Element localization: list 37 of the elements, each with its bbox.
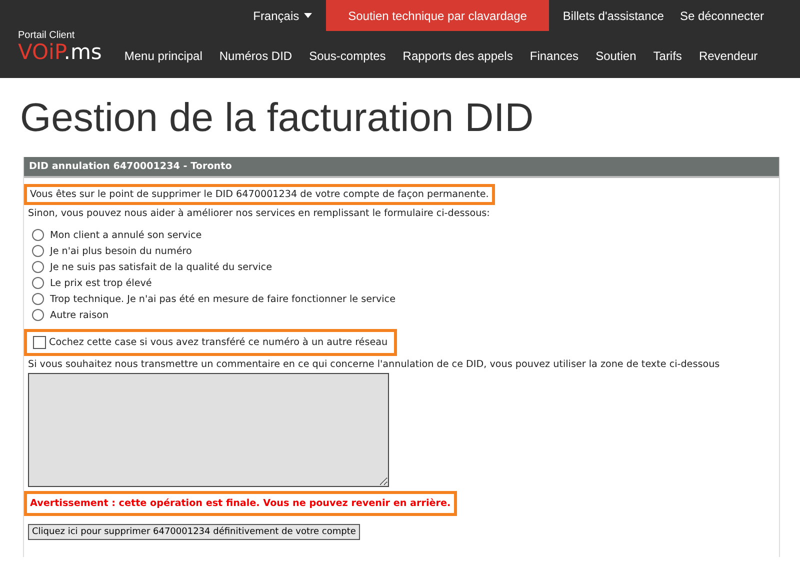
- nav-link[interactable]: Menu principal: [116, 49, 211, 71]
- language-menu[interactable]: Français: [245, 8, 320, 22]
- top-link[interactable]: Billets d'assistance: [554, 8, 672, 22]
- radio-label[interactable]: Trop technique. Je n'ai pas été en mesure de faire fonctionner le service: [50, 294, 396, 304]
- radio-button[interactable]: [32, 309, 44, 321]
- checkbox-label[interactable]: Cochez cette case si vous avez transféré ce numéro à un autre réseau: [49, 337, 388, 348]
- nav-link[interactable]: Sous-comptes: [300, 49, 394, 71]
- nav-link[interactable]: Tarifs: [644, 49, 690, 71]
- chat-support-button[interactable]: Soutien technique par clavardage: [326, 0, 549, 31]
- radio-button[interactable]: [32, 261, 44, 273]
- logo[interactable]: VOiP.ms: [18, 41, 102, 63]
- nav-link[interactable]: Rapports des appels: [394, 49, 522, 71]
- nav-link[interactable]: Numéros DID: [210, 49, 301, 71]
- comment-field[interactable]: [28, 373, 389, 487]
- radio-label[interactable]: Autre raison: [50, 310, 109, 320]
- radio-button[interactable]: [32, 245, 44, 257]
- notice-text: Vous êtes sur le point de supprimer le DID 6470001234 de votre compte de façon permanente.: [30, 189, 489, 200]
- brand-caption: Portail Client: [18, 30, 76, 41]
- nav-link[interactable]: Revendeur: [690, 49, 766, 71]
- caret-icon: [304, 13, 312, 18]
- radio-label[interactable]: Mon client a annulé son service: [50, 230, 202, 240]
- intro-text: Sinon, vous pouvez nous aider à améliorer nos services en remplissant le formulaire ci-dessous:: [28, 208, 490, 219]
- delete-button[interactable]: Cliquez ici pour supprimer 6470001234 définitivement de votre compte: [28, 524, 360, 540]
- radio-label[interactable]: Je n'ai plus besoin du numéro: [50, 246, 192, 256]
- checkbox[interactable]: [33, 336, 46, 349]
- radio-label[interactable]: Le prix est trop élevé: [50, 278, 152, 288]
- top-link[interactable]: Se déconnecter: [672, 8, 772, 22]
- page-title: Gestion de la facturation DID: [20, 96, 535, 141]
- radio-label[interactable]: Je ne suis pas satisfait de la qualité du service: [50, 262, 272, 272]
- radio-button[interactable]: [32, 277, 44, 289]
- warning-text: Avertissement : cette opération est finale. Vous ne pouvez revenir en arrière.: [30, 498, 451, 509]
- radio-button[interactable]: [32, 293, 44, 305]
- panel-header: DID annulation 6470001234 - Toronto: [24, 157, 779, 178]
- comment-label: Si vous souhaitez nous transmettre un commentaire en ce qui concerne l'annulation de ce DID, vous pouvez utiliser la zone de texte ci-dessous: [28, 359, 720, 370]
- nav-link[interactable]: Soutien: [587, 49, 645, 71]
- nav-link[interactable]: Finances: [521, 49, 588, 71]
- radio-button[interactable]: [32, 229, 44, 241]
